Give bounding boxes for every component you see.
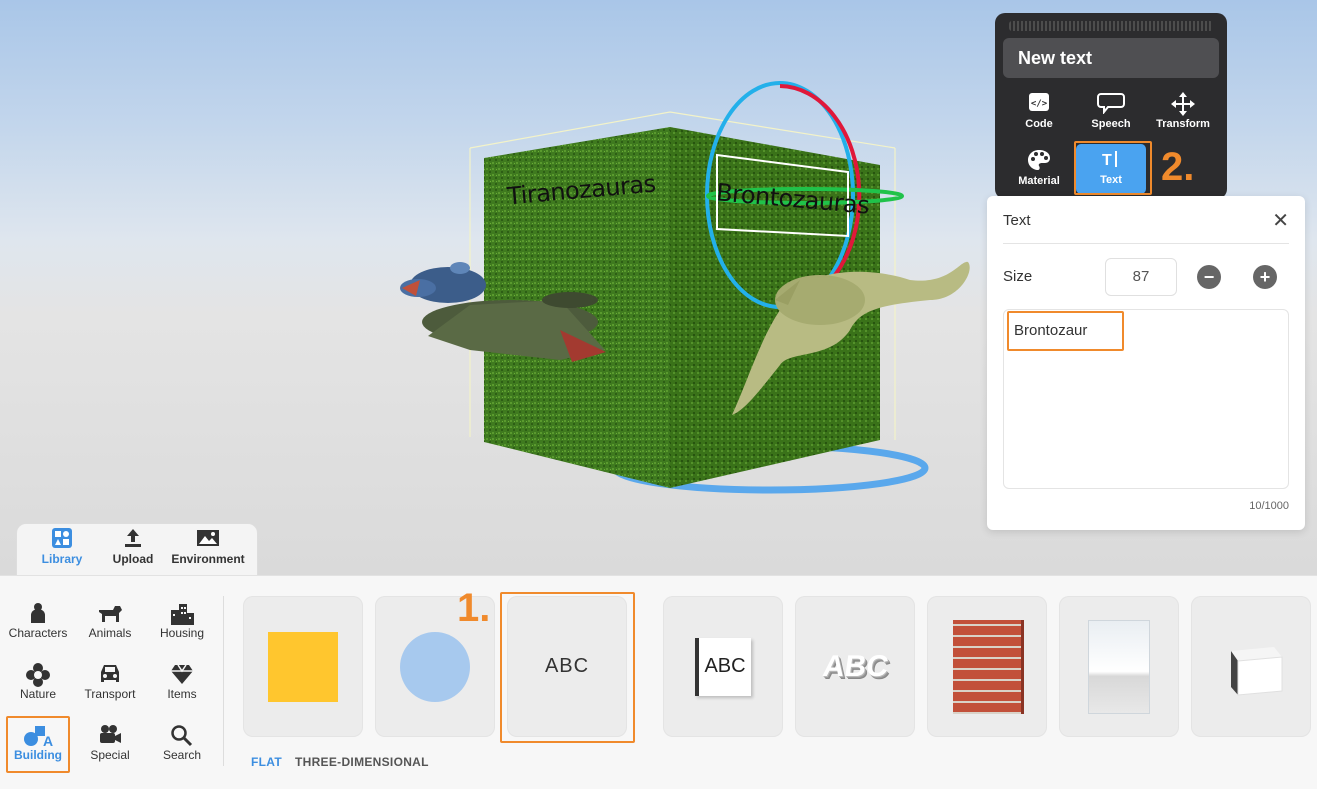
palette-icon (1003, 145, 1075, 175)
category-building-label: Building (14, 748, 62, 762)
person-icon (2, 598, 74, 626)
category-items[interactable]: Items (146, 659, 218, 701)
library-panel: Characters Animals Housing Nature Transp… (0, 575, 1317, 789)
flat-text-thumbnail: ABC (544, 655, 590, 677)
text-cursor-icon: T (1076, 144, 1146, 174)
category-special-label: Special (90, 748, 130, 762)
svg-text:A: A (43, 733, 53, 748)
tab-environment-label: Environment (171, 552, 245, 566)
white-cube-thumbnail (1231, 646, 1283, 696)
shapes-icon: A (2, 720, 74, 749)
item-card-3d-text[interactable]: ABC (795, 596, 915, 737)
camera-icon (74, 720, 146, 748)
category-nature-label: Nature (19, 687, 57, 701)
dog-icon (74, 598, 146, 626)
tool-code-label: Code (1025, 118, 1053, 130)
item-card-brick-wall[interactable] (927, 596, 1047, 737)
tool-text-label: Text (1100, 174, 1122, 186)
tool-text-button[interactable]: T Text (1076, 144, 1146, 194)
tool-material-button[interactable]: Material (1003, 145, 1075, 197)
search-icon (146, 720, 218, 748)
glass-panel-thumbnail (1088, 619, 1150, 714)
buildings-icon (146, 598, 218, 626)
text-panel-title: Text (1003, 212, 1031, 229)
category-transport[interactable]: Transport (74, 659, 146, 701)
tab-upload[interactable]: Upload (108, 528, 158, 566)
tab-library-label: Library (41, 552, 83, 566)
category-animals-label: Animals (88, 626, 132, 640)
transform-icon (1147, 88, 1219, 118)
tool-transform-button[interactable]: Transform (1147, 88, 1219, 140)
brick-wall-thumbnail (953, 619, 1021, 714)
category-divider (223, 596, 224, 766)
yellow-square-thumbnail (268, 631, 338, 702)
category-items-label: Items (167, 687, 197, 701)
category-housing[interactable]: Housing (146, 598, 218, 640)
tab-library[interactable]: Library (37, 528, 87, 566)
item-card-yellow-square[interactable] (243, 596, 363, 737)
drag-handle[interactable] (1009, 21, 1213, 31)
category-search[interactable]: Search (146, 720, 218, 762)
svg-text:</>: </> (1031, 99, 1048, 109)
upload-icon (108, 528, 158, 552)
category-building[interactable]: A Building (2, 720, 74, 762)
category-special[interactable]: Special (74, 720, 146, 762)
increase-size-button[interactable]: + (1253, 265, 1277, 289)
category-characters-label: Characters (8, 626, 68, 640)
object-title[interactable]: New text (1003, 38, 1219, 78)
diamond-icon (146, 659, 218, 687)
car-icon (74, 659, 146, 687)
sign-text-thumbnail: ABC (695, 637, 751, 696)
code-icon: </> (1003, 88, 1075, 118)
size-input[interactable]: 87 (1105, 258, 1177, 296)
blue-circle-thumbnail (400, 631, 470, 702)
step-1-label: 1. (457, 586, 491, 630)
category-transport-label: Transport (84, 687, 136, 701)
filter-flat[interactable]: FLAT (251, 755, 282, 769)
decrease-size-button[interactable]: − (1197, 265, 1221, 289)
library-tab-strip: Library Upload Environment (16, 523, 258, 576)
step-2-label: 2. (1161, 145, 1195, 189)
dino-blue (400, 262, 486, 303)
flower-icon (2, 659, 74, 687)
item-card-sign-text[interactable]: ABC (663, 596, 783, 737)
tool-transform-label: Transform (1156, 118, 1210, 130)
divider (1003, 243, 1289, 244)
tool-speech-label: Speech (1091, 118, 1131, 130)
tab-environment[interactable]: Environment (167, 528, 249, 566)
item-card-flat-text[interactable]: ABC (507, 596, 627, 737)
tool-material-label: Material (1018, 175, 1060, 187)
speech-icon (1075, 88, 1147, 118)
category-animals[interactable]: Animals (74, 598, 146, 640)
library-icon (37, 528, 87, 552)
text-input-area[interactable]: Brontozaur (1003, 309, 1289, 489)
svg-text:T: T (1102, 152, 1112, 169)
category-nature[interactable]: Nature (2, 659, 74, 701)
text-settings-panel: Text ✕ Size 87 − + Brontozaur 10/1000 (987, 196, 1305, 530)
3d-text-thumbnail: ABC (820, 649, 890, 683)
close-icon[interactable]: ✕ (1272, 208, 1289, 233)
tool-speech-button[interactable]: Speech (1075, 88, 1147, 140)
category-search-label: Search (162, 748, 202, 762)
text-input-value: Brontozaur (1014, 322, 1088, 339)
environment-icon (167, 528, 249, 552)
tab-upload-label: Upload (112, 552, 154, 566)
category-characters[interactable]: Characters (2, 598, 74, 640)
item-card-white-cube[interactable] (1191, 596, 1311, 737)
item-card-glass-panel[interactable] (1059, 596, 1179, 737)
filter-three-dimensional[interactable]: THREE-DIMENSIONAL (295, 755, 429, 769)
character-count: 10/1000 (1249, 500, 1289, 512)
category-housing-label: Housing (159, 626, 205, 640)
tool-code-button[interactable]: </> Code (1003, 88, 1075, 140)
size-label: Size (1003, 268, 1033, 285)
